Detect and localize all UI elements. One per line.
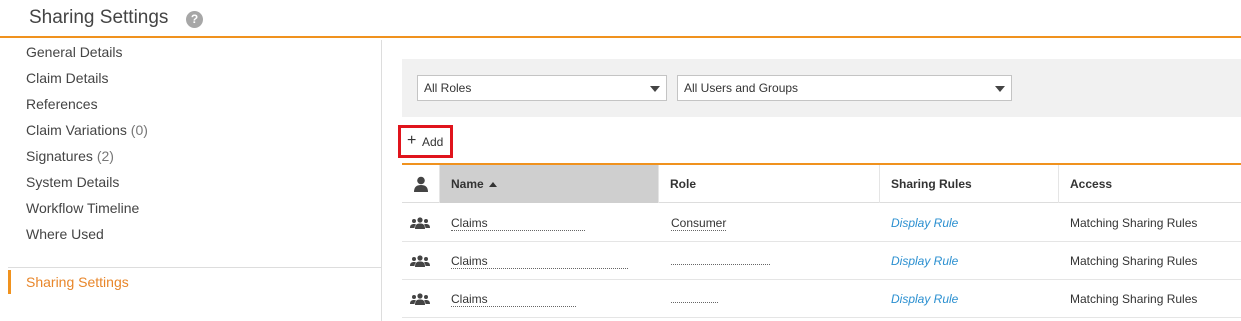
role-cell[interactable] xyxy=(671,242,770,280)
table-row[interactable]: Claims Consumer Display Rule Matching Sh… xyxy=(402,204,1241,242)
name-link[interactable]: Claims xyxy=(451,216,585,231)
access-value: Matching Sharing Rules xyxy=(1070,216,1198,230)
table-row[interactable]: Claims Display Rule Matching Sharing Rul… xyxy=(402,242,1241,280)
role-value[interactable]: Consumer xyxy=(671,216,727,231)
sidebar-item-label: Claim Variations xyxy=(26,122,127,138)
sidebar-item-label: General Details xyxy=(26,44,123,60)
page-title: Sharing Settings xyxy=(29,7,169,28)
chevron-down-icon xyxy=(995,86,1005,92)
sidebar-item-references[interactable]: References xyxy=(26,94,98,114)
help-icon[interactable]: ? xyxy=(186,11,203,28)
sidebar-item-count: (0) xyxy=(130,122,148,138)
sidebar-divider xyxy=(8,267,381,268)
sharing-table: Name Role Sharing Rules Access Claims Co… xyxy=(402,163,1241,321)
column-header-sharing-rules[interactable]: Sharing Rules xyxy=(880,165,1059,203)
role-cell[interactable]: Consumer xyxy=(671,204,727,242)
sidebar-item-label: Sharing Settings xyxy=(26,274,129,290)
sharing-rules-link[interactable]: Display Rule xyxy=(891,242,958,280)
chevron-down-icon xyxy=(650,86,660,92)
access-value: Matching Sharing Rules xyxy=(1070,292,1198,306)
sharing-rules-link[interactable]: Display Rule xyxy=(891,204,958,242)
name-cell[interactable]: Claims xyxy=(451,204,585,242)
sidebar-item-claim-details[interactable]: Claim Details xyxy=(26,68,108,88)
sidebar-item-count: (2) xyxy=(96,148,114,164)
filter-bar: All Roles All Users and Groups xyxy=(402,59,1241,117)
add-button-label: Add xyxy=(422,135,444,149)
sidebar-item-where-used[interactable]: Where Used xyxy=(26,224,104,244)
column-header-label: Sharing Rules xyxy=(891,177,972,191)
column-header-access[interactable]: Access xyxy=(1059,165,1241,203)
column-header-label: Name xyxy=(451,177,484,191)
group-icon xyxy=(410,255,430,267)
sidebar-item-label: Claim Details xyxy=(26,70,109,86)
name-cell[interactable]: Claims xyxy=(451,242,628,280)
add-button[interactable]: + Add xyxy=(398,125,453,158)
page-header: Sharing Settings ? xyxy=(0,0,1241,38)
sidebar: General Details Claim Details References… xyxy=(0,40,382,321)
sidebar-item-label: Where Used xyxy=(26,226,104,242)
sidebar-item-label: References xyxy=(26,96,98,112)
roles-filter-value: All Roles xyxy=(424,81,472,95)
group-icon xyxy=(410,293,430,305)
access-value: Matching Sharing Rules xyxy=(1070,254,1198,268)
plus-icon: + xyxy=(407,132,417,149)
column-header-label: Role xyxy=(670,177,697,191)
column-header-type xyxy=(402,165,440,203)
sidebar-item-label: Signatures xyxy=(26,148,93,164)
users-filter-value: All Users and Groups xyxy=(684,81,799,95)
users-filter-select[interactable]: All Users and Groups xyxy=(677,75,1012,101)
sharing-rules-link[interactable]: Display Rule xyxy=(891,280,958,318)
table-header: Name Role Sharing Rules Access xyxy=(402,163,1241,203)
sidebar-item-general-details[interactable]: General Details xyxy=(26,42,123,62)
role-value[interactable] xyxy=(671,251,770,265)
sidebar-item-system-details[interactable]: System Details xyxy=(26,172,119,192)
sidebar-item-sharing-settings[interactable]: Sharing Settings xyxy=(8,270,381,294)
sidebar-item-label: Workflow Timeline xyxy=(26,200,140,216)
role-value[interactable] xyxy=(671,289,718,303)
group-icon xyxy=(410,217,430,229)
sidebar-item-claim-variations[interactable]: Claim Variations (0) xyxy=(26,120,148,140)
table-row[interactable]: Claims Display Rule Matching Sharing Rul… xyxy=(402,280,1241,318)
column-header-name[interactable]: Name xyxy=(440,165,659,203)
name-cell[interactable]: Claims xyxy=(451,280,576,318)
name-link[interactable]: Claims xyxy=(451,254,628,269)
column-header-role[interactable]: Role xyxy=(659,165,880,203)
sidebar-item-workflow-timeline[interactable]: Workflow Timeline xyxy=(26,198,139,218)
sort-ascending-icon xyxy=(488,182,497,187)
role-cell[interactable] xyxy=(671,280,718,318)
column-header-label: Access xyxy=(1070,177,1113,191)
roles-filter-select[interactable]: All Roles xyxy=(417,75,667,101)
user-icon xyxy=(414,176,428,192)
sidebar-item-label: System Details xyxy=(26,174,120,190)
name-link[interactable]: Claims xyxy=(451,292,576,307)
sidebar-item-signatures[interactable]: Signatures (2) xyxy=(26,146,114,166)
